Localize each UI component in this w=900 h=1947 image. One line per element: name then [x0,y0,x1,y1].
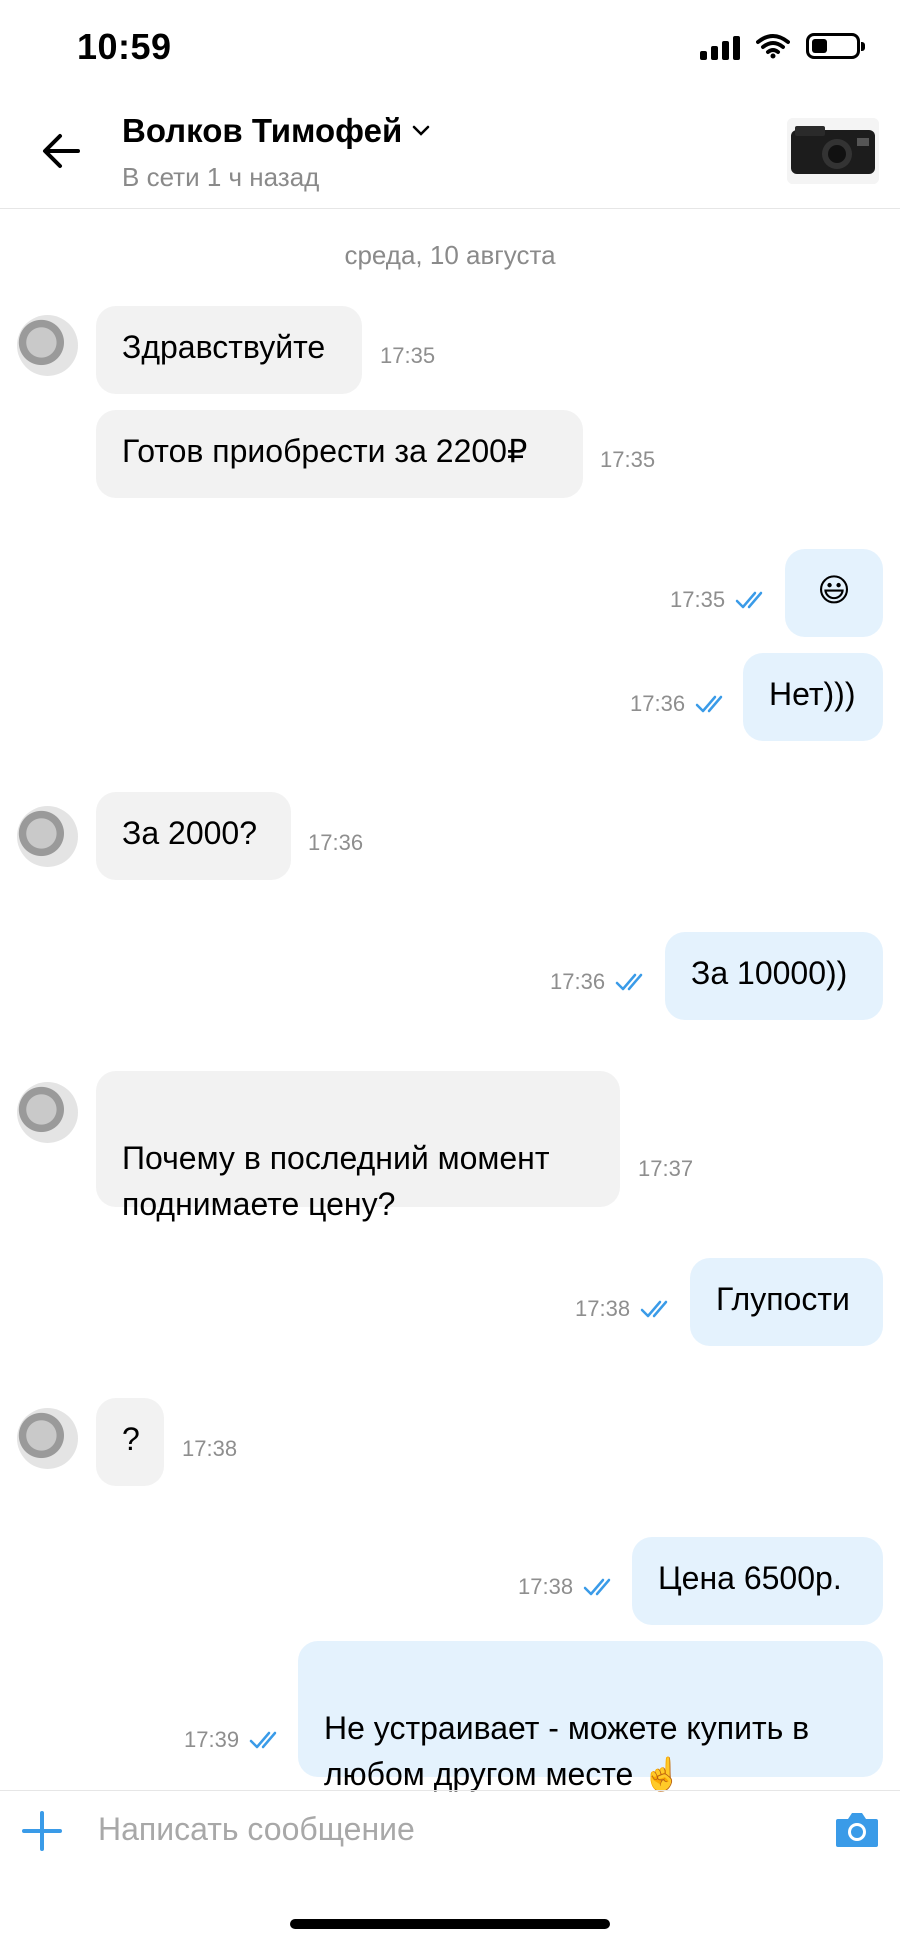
message-text: Не устраивает - можете купить в любом др… [324,1710,810,1792]
outgoing-message[interactable]: Не устраивает - можете купить в любом др… [298,1641,883,1792]
status-bar: 10:59 [0,0,900,100]
chevron-down-icon [412,125,430,136]
message-text: Здравствуйте [122,329,326,365]
read-ticks-icon [640,1300,668,1318]
status-icons [700,32,865,60]
message-time: 17:38 [182,1436,238,1461]
contact-avatar[interactable] [17,315,78,376]
read-ticks-icon [583,1578,611,1596]
contact-avatar[interactable] [17,1408,78,1469]
read-ticks-icon [735,591,763,609]
status-time: 10:59 [77,26,172,67]
date-separator: среда, 10 августа [344,240,556,270]
outgoing-message[interactable]: Цена 6500р. [632,1537,883,1625]
back-arrow-icon[interactable] [38,128,84,174]
message-meta: 17:35 [670,587,769,613]
read-ticks-icon [249,1731,277,1749]
message-time: 17:36 [630,691,686,716]
product-thumbnail[interactable] [787,118,879,184]
incoming-message[interactable]: Почему в последний момент поднимаете цен… [96,1071,620,1222]
message-meta: 17:38 [575,1296,674,1322]
message-time: 17:38 [575,1296,631,1321]
incoming-message[interactable]: За 2000? [96,792,291,880]
message-text: Цена 6500р. [658,1560,842,1596]
wifi-icon [756,34,790,59]
contact-status: В сети 1 ч назад [122,162,320,192]
message-time: 17:36 [308,830,364,855]
incoming-message[interactable]: Здравствуйте [96,306,362,394]
message-time: 17:38 [518,1574,574,1599]
message-meta: 17:38 [518,1574,617,1600]
message-input[interactable]: Написать сообщение [98,1811,415,1848]
message-composer: Написать сообщение [0,1790,900,1881]
read-ticks-icon [615,973,643,991]
message-text: 😃 [817,572,851,608]
message-meta: 17:39 [184,1727,283,1753]
message-text: Почему в последний момент поднимаете цен… [122,1140,550,1222]
message-time: 17:35 [670,587,726,612]
message-time: 17:37 [638,1156,694,1181]
message-text: За 10000)) [691,955,848,991]
camera-product-image [787,118,879,184]
contact-name-button[interactable]: Волков Тимофей [122,112,430,150]
message-text: Глупости [716,1281,850,1317]
message-time: 17:35 [380,343,436,368]
message-time: 17:35 [600,447,656,472]
incoming-message[interactable]: ? [96,1398,164,1486]
signal-icon [700,32,740,60]
contact-name: Волков Тимофей [122,112,403,149]
message-time: 17:36 [550,969,606,994]
outgoing-message[interactable]: Глупости [690,1258,883,1346]
chat-header: Волков Тимофей В сети 1 ч назад [0,100,900,209]
incoming-message[interactable]: Готов приобрести за 2200₽ [96,410,583,498]
message-meta: 17:36 [630,691,729,717]
message-meta: 17:36 [550,969,649,995]
message-text: За 2000? [122,815,257,851]
camera-icon[interactable] [834,1809,880,1849]
outgoing-message[interactable]: За 10000)) [665,932,883,1020]
message-time: 17:39 [184,1727,240,1752]
outgoing-message[interactable]: 😃 [785,549,883,637]
message-text: Готов приобрести за 2200₽ [122,433,528,469]
contact-avatar[interactable] [17,1082,78,1143]
message-text: ? [122,1421,140,1457]
home-indicator [290,1919,610,1929]
message-text: Нет))) [769,676,856,712]
contact-avatar[interactable] [17,806,78,867]
battery-icon [806,33,865,59]
plus-icon[interactable] [22,1811,62,1851]
read-ticks-icon [695,695,723,713]
outgoing-message[interactable]: Нет))) [743,653,883,741]
